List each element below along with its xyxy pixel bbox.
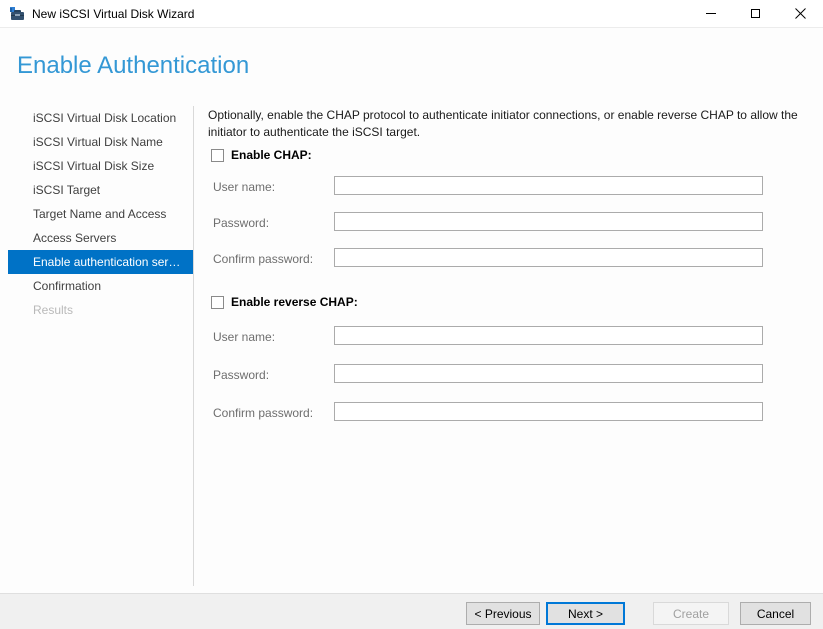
sidebar-item-disk-name[interactable]: iSCSI Virtual Disk Name bbox=[8, 130, 193, 154]
enable-reverse-chap-label: Enable reverse CHAP: bbox=[231, 295, 358, 309]
window-controls bbox=[688, 0, 823, 27]
sidebar-item-iscsi-target[interactable]: iSCSI Target bbox=[8, 178, 193, 202]
wizard-window: New iSCSI Virtual Disk Wizard Enable Aut… bbox=[0, 0, 823, 629]
close-button[interactable] bbox=[778, 0, 823, 27]
enable-reverse-chap-row: Enable reverse CHAP: bbox=[211, 295, 358, 309]
sidebar-item-confirmation[interactable]: Confirmation bbox=[8, 274, 193, 298]
sidebar-separator bbox=[193, 106, 194, 586]
enable-chap-row: Enable CHAP: bbox=[211, 148, 312, 162]
chap-confirm-password-label: Confirm password: bbox=[213, 252, 313, 266]
description-line-2: initiator to authenticate the iSCSI targ… bbox=[208, 125, 420, 139]
reverse-chap-password-input[interactable] bbox=[334, 364, 763, 383]
reverse-chap-username-input[interactable] bbox=[334, 326, 763, 345]
maximize-button[interactable] bbox=[733, 0, 778, 27]
sidebar-item-results: Results bbox=[8, 298, 193, 322]
reverse-chap-confirm-password-label: Confirm password: bbox=[213, 406, 313, 420]
enable-reverse-chap-checkbox[interactable] bbox=[211, 296, 224, 309]
create-button: Create bbox=[653, 602, 729, 625]
window-title: New iSCSI Virtual Disk Wizard bbox=[32, 7, 194, 21]
minimize-button[interactable] bbox=[688, 0, 733, 27]
next-button[interactable]: Next > bbox=[546, 602, 625, 625]
server-manager-icon bbox=[9, 6, 25, 22]
reverse-chap-username-label: User name: bbox=[213, 330, 275, 344]
chap-password-input[interactable] bbox=[334, 212, 763, 231]
maximize-icon bbox=[751, 9, 760, 18]
cancel-button[interactable]: Cancel bbox=[740, 602, 811, 625]
sidebar-item-disk-size[interactable]: iSCSI Virtual Disk Size bbox=[8, 154, 193, 178]
sidebar-item-access-servers[interactable]: Access Servers bbox=[8, 226, 193, 250]
sidebar-item-enable-authentication[interactable]: Enable authentication ser… bbox=[8, 250, 193, 274]
enable-chap-checkbox[interactable] bbox=[211, 149, 224, 162]
chap-confirm-password-input[interactable] bbox=[334, 248, 763, 267]
chap-username-input[interactable] bbox=[334, 176, 763, 195]
chap-username-label: User name: bbox=[213, 180, 275, 194]
title-bar: New iSCSI Virtual Disk Wizard bbox=[0, 0, 823, 28]
page-title: Enable Authentication bbox=[17, 52, 249, 80]
sidebar-item-target-name-access[interactable]: Target Name and Access bbox=[8, 202, 193, 226]
reverse-chap-confirm-password-input[interactable] bbox=[334, 402, 763, 421]
chap-password-label: Password: bbox=[213, 216, 269, 230]
previous-button[interactable]: < Previous bbox=[466, 602, 540, 625]
description-line-1: Optionally, enable the CHAP protocol to … bbox=[208, 108, 798, 122]
close-icon bbox=[795, 8, 806, 19]
minimize-icon bbox=[706, 13, 716, 14]
wizard-steps-nav: iSCSI Virtual Disk Location iSCSI Virtua… bbox=[0, 106, 193, 322]
sidebar-item-disk-location[interactable]: iSCSI Virtual Disk Location bbox=[8, 106, 193, 130]
reverse-chap-password-label: Password: bbox=[213, 368, 269, 382]
enable-chap-label: Enable CHAP: bbox=[231, 148, 312, 162]
